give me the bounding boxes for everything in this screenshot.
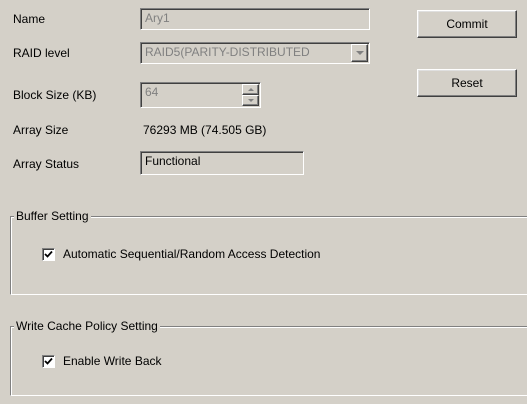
spin-down-icon: [247, 99, 254, 102]
auto-detect-checkbox-row[interactable]: Automatic Sequential/Random Access Detec…: [42, 247, 320, 261]
array-status-field: Functional: [140, 151, 304, 175]
write-back-checkbox-row[interactable]: Enable Write Back: [42, 354, 162, 368]
write-back-checkbox[interactable]: [42, 354, 55, 368]
reset-button[interactable]: Reset: [417, 69, 517, 97]
spin-up-icon: [247, 88, 254, 91]
write-cache-title: Write Cache Policy Setting: [14, 319, 160, 333]
array-size-value: 76293 MB (74.505 GB): [143, 123, 267, 137]
block-size-up-button[interactable]: [242, 84, 259, 95]
auto-detect-checkbox[interactable]: [42, 247, 55, 261]
block-size-spinner[interactable]: 64: [140, 82, 261, 108]
array-status-label: Array Status: [13, 157, 80, 171]
name-label: Name: [13, 12, 46, 26]
commit-button[interactable]: Commit: [417, 10, 517, 38]
raid-level-value: RAID5(PARITY-DISTRIBUTED: [140, 42, 370, 64]
block-size-down-button[interactable]: [242, 95, 259, 106]
checkmark-icon: [44, 357, 53, 365]
checkmark-icon: [44, 250, 53, 258]
commit-button-label: Commit: [446, 17, 488, 31]
raid-level-dropdown-button[interactable]: [351, 44, 368, 62]
name-field[interactable]: Ary1: [140, 8, 370, 30]
write-back-label: Enable Write Back: [63, 354, 162, 368]
array-size-label: Array Size: [13, 123, 69, 137]
raid-level-combobox[interactable]: RAID5(PARITY-DISTRIBUTED: [140, 42, 370, 64]
chevron-down-icon: [355, 51, 364, 55]
block-size-label: Block Size (KB): [13, 88, 97, 102]
buffer-setting-title: Buffer Setting: [14, 209, 91, 223]
reset-button-label: Reset: [451, 76, 483, 90]
raid-level-label: RAID level: [13, 46, 70, 60]
auto-detect-label: Automatic Sequential/Random Access Detec…: [63, 247, 321, 261]
